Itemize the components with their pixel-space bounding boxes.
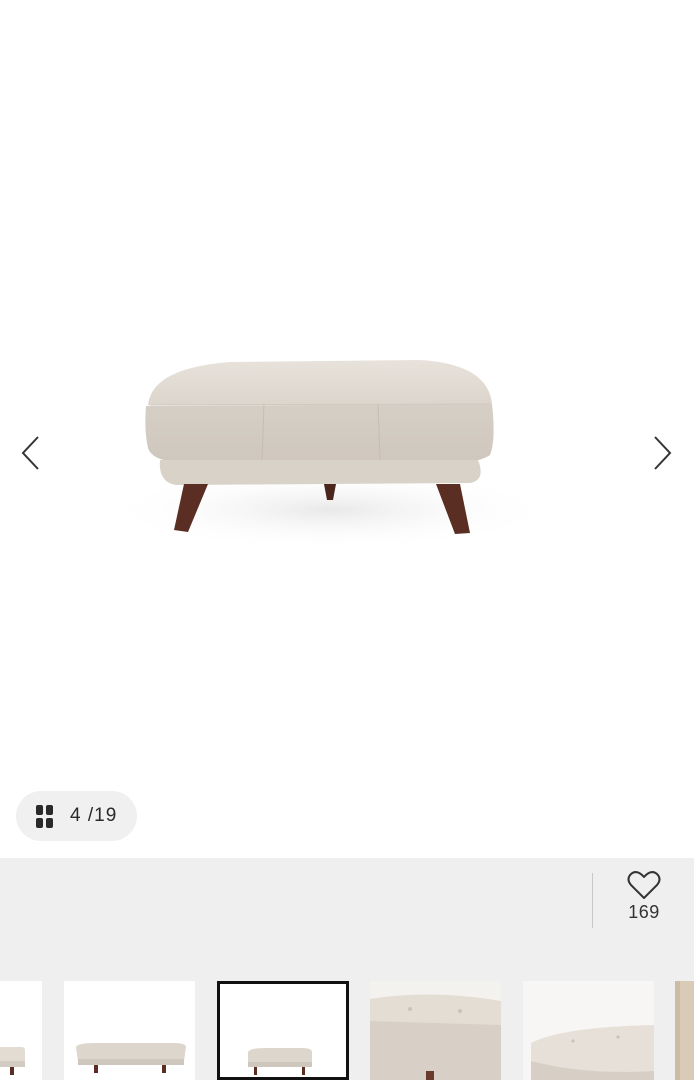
- image-counter-button[interactable]: 4 /19: [16, 791, 137, 841]
- main-product-image: [100, 360, 560, 550]
- thumbnail[interactable]: [370, 981, 501, 1080]
- thumbnail-strip[interactable]: [0, 981, 694, 1080]
- chevron-right-icon: [654, 436, 672, 470]
- favorite-count: 169: [628, 902, 660, 922]
- chevron-left-icon: [21, 436, 39, 470]
- next-image-button[interactable]: [642, 430, 682, 476]
- heart-icon: [627, 871, 661, 899]
- thumbnail[interactable]: [64, 981, 195, 1080]
- thumbnail-active[interactable]: [217, 981, 349, 1080]
- divider: [592, 873, 593, 928]
- image-viewer[interactable]: 4 /19: [0, 0, 694, 858]
- grid-icon: [36, 804, 53, 828]
- thumbnail[interactable]: [0, 981, 42, 1080]
- current-index: 4: [70, 805, 82, 826]
- image-counter: 4 /19: [70, 805, 117, 827]
- previous-image-button[interactable]: [11, 430, 51, 476]
- favorite-button[interactable]: 169: [616, 870, 672, 932]
- thumbnail[interactable]: [523, 981, 654, 1080]
- total-count: 19: [94, 805, 118, 826]
- thumbnail[interactable]: [675, 981, 694, 1080]
